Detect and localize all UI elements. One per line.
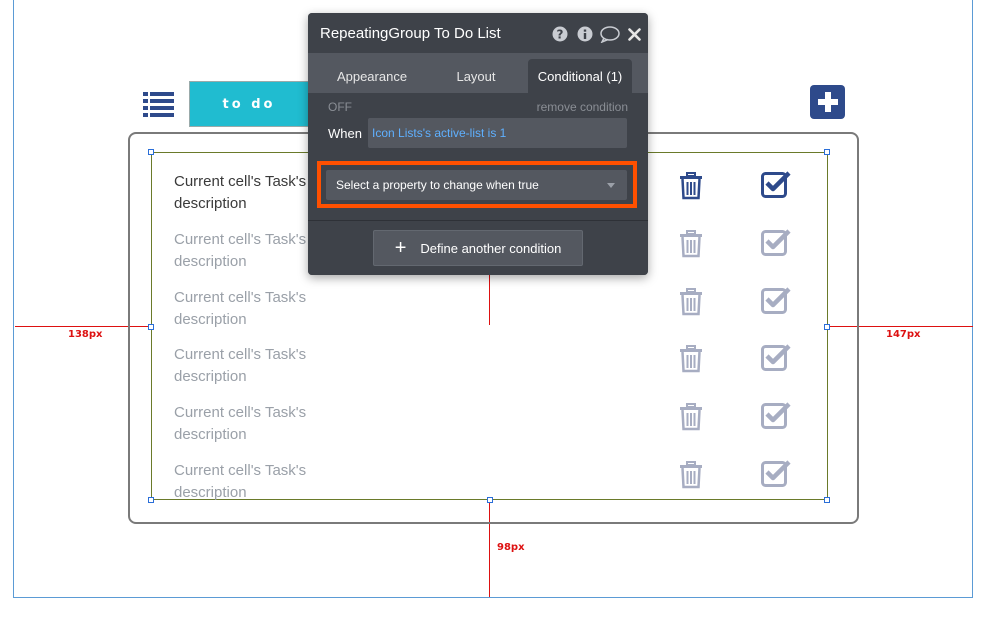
plus-square-icon bbox=[817, 92, 838, 112]
table-row: Current cell's Task's description bbox=[174, 344, 834, 402]
trash-icon[interactable] bbox=[679, 288, 703, 316]
when-label: When bbox=[328, 126, 362, 141]
todo-tab-button[interactable]: to do bbox=[189, 81, 309, 127]
panel-tabs: Appearance Layout Conditional (1) bbox=[308, 53, 648, 93]
task-description: Current cell's Task's description bbox=[174, 404, 307, 443]
task-description: Current cell's Task's description bbox=[174, 462, 307, 501]
check-square-icon[interactable] bbox=[761, 401, 791, 429]
close-icon[interactable] bbox=[628, 28, 641, 41]
condition-expression-input[interactable]: Icon Lists's active-list is 1 bbox=[368, 118, 627, 148]
table-row: Current cell's Task's description bbox=[174, 460, 834, 518]
task-description: Current cell's Task's description bbox=[174, 173, 307, 212]
define-another-condition-button[interactable]: + Define another condition bbox=[373, 230, 583, 266]
svg-text:?: ? bbox=[557, 28, 564, 42]
task-description: Current cell's Task's description bbox=[174, 289, 307, 328]
panel-divider bbox=[308, 220, 648, 221]
table-row: Current cell's Task's description bbox=[174, 402, 834, 460]
resize-handle[interactable] bbox=[148, 324, 154, 330]
tab-conditional[interactable]: Conditional (1) bbox=[528, 59, 632, 93]
trash-icon[interactable] bbox=[679, 461, 703, 489]
question-circle-icon[interactable]: ? bbox=[552, 26, 568, 42]
property-editor-panel: RepeatingGroup To Do List ? Appearance L… bbox=[308, 13, 648, 275]
check-square-icon[interactable] bbox=[761, 286, 791, 314]
check-square-icon[interactable] bbox=[761, 459, 791, 487]
check-square-icon[interactable] bbox=[761, 343, 791, 371]
panel-header: RepeatingGroup To Do List ? bbox=[308, 13, 648, 53]
condition-off-toggle[interactable]: OFF bbox=[328, 100, 352, 114]
resize-handle[interactable] bbox=[148, 497, 154, 503]
chevron-down-icon bbox=[607, 183, 615, 188]
conditional-body: OFF remove condition When Icon Lists's a… bbox=[308, 93, 648, 275]
task-description: Current cell's Task's description bbox=[174, 346, 307, 385]
tab-appearance[interactable]: Appearance bbox=[320, 59, 424, 93]
check-square-icon[interactable] bbox=[761, 170, 791, 198]
resize-handle[interactable] bbox=[824, 149, 830, 155]
define-condition-label: Define another condition bbox=[420, 240, 562, 256]
trash-icon[interactable] bbox=[679, 230, 703, 258]
plus-icon: + bbox=[394, 237, 407, 259]
resize-handle[interactable] bbox=[148, 149, 154, 155]
bottom-spacing-label: 98px bbox=[497, 542, 525, 553]
comment-icon[interactable] bbox=[600, 26, 620, 43]
check-square-icon[interactable] bbox=[761, 228, 791, 256]
table-row: Current cell's Task's description bbox=[174, 287, 834, 345]
panel-title: RepeatingGroup To Do List bbox=[320, 25, 501, 42]
info-circle-icon[interactable] bbox=[577, 26, 593, 42]
remove-condition-link[interactable]: remove condition bbox=[537, 100, 628, 114]
property-select-placeholder: Select a property to change when true bbox=[336, 178, 539, 192]
trash-icon[interactable] bbox=[679, 172, 703, 200]
right-spacing-label: 147px bbox=[886, 329, 921, 340]
left-spacing-label: 138px bbox=[68, 329, 103, 340]
list-icon[interactable] bbox=[143, 92, 174, 118]
add-task-button[interactable] bbox=[810, 85, 845, 119]
trash-icon[interactable] bbox=[679, 345, 703, 373]
task-description: Current cell's Task's description bbox=[174, 231, 307, 270]
todo-tab-label: to do bbox=[222, 96, 276, 112]
property-select-dropdown[interactable]: Select a property to change when true bbox=[326, 170, 627, 200]
trash-icon[interactable] bbox=[679, 403, 703, 431]
tab-layout[interactable]: Layout bbox=[434, 59, 518, 93]
